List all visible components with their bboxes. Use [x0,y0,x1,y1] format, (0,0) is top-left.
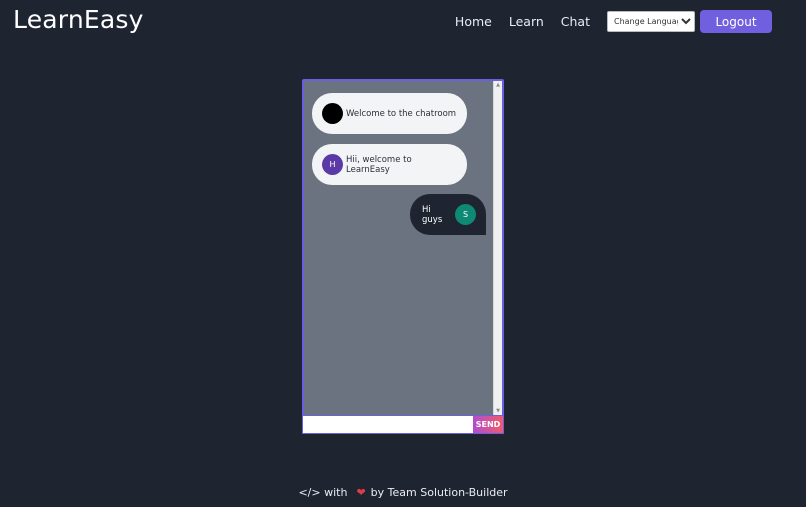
scroll-down-icon[interactable]: ▼ [494,407,502,415]
footer-prefix: </> with [298,486,348,499]
avatar: S [455,204,476,225]
message-text: Hi guys [422,204,443,225]
footer-credit: by Team Solution-Builder [370,486,508,499]
chat-message: Hi guys S [410,194,486,235]
chat-message: H Hii, welcome to LearnEasy [312,144,467,185]
heart-icon: ❤ [356,486,366,499]
brand-logo[interactable]: LearnEasy [13,5,144,34]
message-text: Hii, welcome to LearnEasy [346,154,412,175]
chat-window[interactable]: Welcome to the chatroom H Hii, welcome t… [302,79,504,417]
avatar [322,103,343,124]
footer: </> with ❤ by Team Solution-Builder [0,486,806,499]
chat-message: Welcome to the chatroom [312,93,467,134]
nav-learn-link[interactable]: Learn [509,14,544,29]
send-button[interactable]: SEND [473,416,503,433]
scroll-up-icon[interactable]: ▲ [494,81,502,89]
chat-scrollbar[interactable]: ▲ ▼ [493,81,502,415]
avatar: H [322,154,343,175]
language-select[interactable]: Change Language [607,11,695,32]
chat-input-row: SEND [302,415,504,434]
chat-message-input[interactable] [303,416,473,433]
main-nav: Home Learn Chat Change Language Logout [455,10,772,33]
nav-home-link[interactable]: Home [455,14,492,29]
nav-chat-link[interactable]: Chat [561,14,590,29]
message-text: Welcome to the chatroom [346,108,457,119]
logout-button[interactable]: Logout [700,10,772,33]
